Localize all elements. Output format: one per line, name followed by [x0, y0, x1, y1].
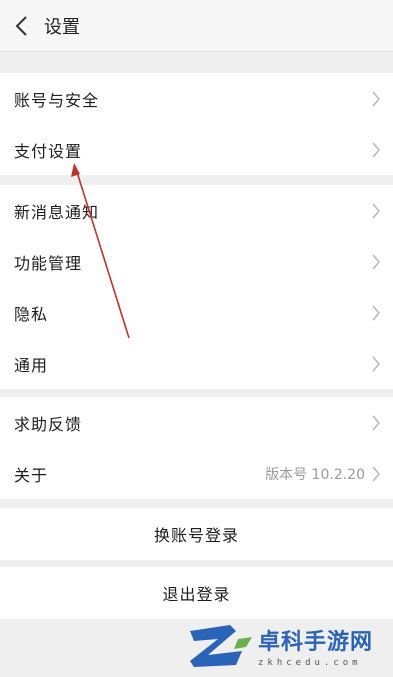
settings-item-label: 隐私: [14, 304, 49, 324]
settings-item-label: 账号与安全: [14, 90, 100, 110]
settings-group-general: 新消息通知 功能管理 隐私 通用: [0, 185, 393, 389]
settings-item-label: 关于: [14, 465, 49, 485]
settings-item-payment[interactable]: 支付设置: [0, 124, 393, 175]
switch-account-button[interactable]: 换账号登录: [0, 508, 393, 560]
version-value: 版本号 10.2.20: [265, 466, 365, 483]
z-logo-icon: [190, 625, 252, 667]
settings-item-general[interactable]: 通用: [0, 338, 393, 389]
settings-item-about[interactable]: 关于 版本号 10.2.20: [0, 448, 393, 499]
settings-item-notifications[interactable]: 新消息通知: [0, 185, 393, 236]
settings-group-help: 求助反馈 关于 版本号 10.2.20: [0, 397, 393, 499]
back-button[interactable]: [0, 0, 44, 52]
settings-item-label: 求助反馈: [14, 414, 83, 434]
chevron-right-icon: [372, 466, 380, 481]
settings-item-feedback[interactable]: 求助反馈: [0, 397, 393, 448]
chevron-right-icon: [372, 203, 380, 218]
settings-item-label: 支付设置: [14, 141, 83, 161]
logout-button[interactable]: 退出登录: [0, 567, 393, 619]
chevron-right-icon: [372, 305, 380, 320]
chevron-right-icon: [372, 142, 380, 157]
settings-item-label: 新消息通知: [14, 202, 100, 222]
chevron-left-icon: [15, 15, 27, 36]
watermark-name: 卓科手游网: [258, 629, 374, 655]
settings-item-label: 通用: [14, 355, 49, 375]
page-title: 设置: [44, 16, 80, 38]
chevron-right-icon: [372, 415, 380, 430]
switch-account-label: 换账号登录: [153, 526, 239, 545]
about-right: 版本号 10.2.20: [265, 464, 381, 484]
settings-item-privacy[interactable]: 隐私: [0, 287, 393, 338]
settings-group-account: 账号与安全 支付设置: [0, 73, 393, 175]
settings-item-account-security[interactable]: 账号与安全: [0, 73, 393, 124]
chevron-right-icon: [372, 356, 380, 371]
settings-item-label: 功能管理: [14, 253, 83, 273]
chevron-right-icon: [372, 91, 380, 106]
watermark-text: 卓科手游网 zkhcedu.com: [258, 624, 373, 668]
logout-label: 退出登录: [162, 585, 231, 604]
settings-item-features[interactable]: 功能管理: [0, 236, 393, 287]
watermark-domain: zkhcedu.com: [258, 658, 362, 668]
chevron-right-icon: [372, 254, 380, 269]
top-bar: 设置: [0, 0, 393, 52]
site-watermark: 卓科手游网 zkhcedu.com: [186, 618, 386, 674]
